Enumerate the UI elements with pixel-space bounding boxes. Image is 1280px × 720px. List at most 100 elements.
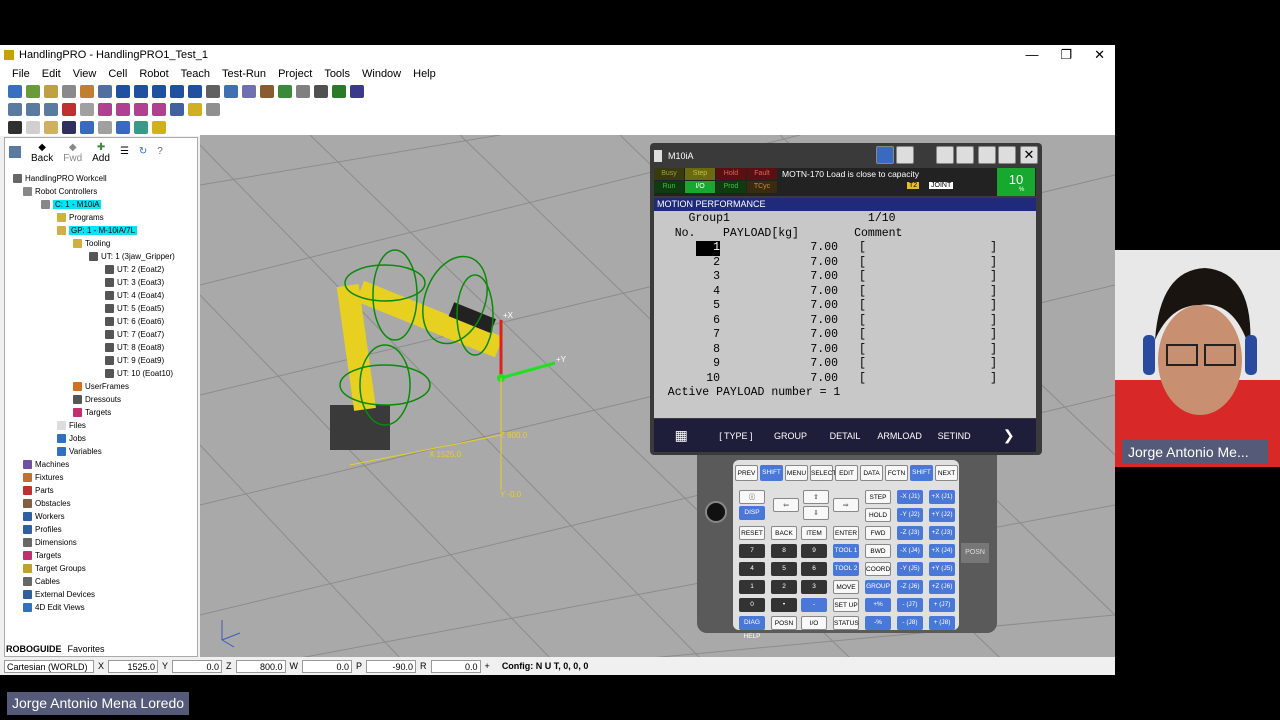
tree-item[interactable]: Robot Controllers bbox=[23, 185, 97, 197]
tab-favorites[interactable]: Favorites bbox=[68, 644, 105, 654]
tree-item[interactable]: UT: 7 (Eoat7) bbox=[105, 328, 164, 340]
tree-item[interactable]: Targets bbox=[73, 406, 111, 418]
chart-icon[interactable] bbox=[134, 120, 148, 134]
keypad-key[interactable]: DIAG HELP bbox=[739, 616, 765, 640]
tree-item[interactable]: Dressouts bbox=[73, 393, 121, 405]
frame-select[interactable]: Cartesian (WORLD) bbox=[4, 659, 94, 673]
keypad-key[interactable]: I/O bbox=[801, 616, 827, 630]
rotate-icon[interactable] bbox=[80, 102, 94, 116]
pendant-close-icon[interactable]: ✕ bbox=[1020, 146, 1038, 164]
tree-item[interactable]: UT: 5 (Eoat5) bbox=[105, 302, 164, 314]
keypad-key[interactable]: DISP bbox=[739, 506, 765, 520]
jog-icon[interactable] bbox=[44, 84, 58, 98]
tree-item[interactable]: Files bbox=[57, 419, 86, 431]
keypad-key[interactable]: BWD bbox=[865, 544, 891, 558]
menu-project[interactable]: Project bbox=[272, 68, 318, 80]
keypad-key[interactable]: 5 bbox=[771, 562, 797, 576]
save-icon[interactable] bbox=[62, 120, 76, 134]
plot-icon[interactable] bbox=[314, 84, 328, 98]
pause-icon[interactable] bbox=[134, 84, 148, 98]
keypad-key[interactable]: -X (J4) bbox=[897, 544, 923, 558]
deadman-switch-icon[interactable] bbox=[705, 501, 727, 523]
profile-icon[interactable] bbox=[332, 84, 346, 98]
view-iso-icon[interactable] bbox=[152, 102, 166, 116]
view-side-icon[interactable] bbox=[116, 102, 130, 116]
keypad-key[interactable]: • bbox=[771, 598, 797, 612]
browser-icon[interactable] bbox=[9, 146, 21, 158]
tree-item[interactable]: UT: 4 (Eoat4) bbox=[105, 289, 164, 301]
move-icon[interactable] bbox=[62, 84, 76, 98]
undo-arrow-icon[interactable] bbox=[80, 120, 94, 134]
keypad-key[interactable]: +Y (J5) bbox=[929, 562, 955, 576]
zoom-window-icon[interactable] bbox=[44, 102, 58, 116]
menu-cell[interactable]: Cell bbox=[102, 68, 133, 80]
keypad-key[interactable]: ⇩ bbox=[803, 506, 829, 520]
menu-view[interactable]: View bbox=[67, 68, 103, 80]
keypad-key[interactable]: POSN bbox=[771, 616, 797, 630]
refresh-icon[interactable]: ↻ bbox=[139, 146, 147, 157]
keypad-key[interactable]: ⓘ bbox=[739, 490, 765, 504]
payload-row[interactable]: 2 7.00 [ ] bbox=[654, 256, 1036, 271]
keypad-key[interactable]: STATUS bbox=[833, 616, 859, 630]
eject-icon[interactable] bbox=[170, 84, 184, 98]
keypad-key[interactable]: GROUP bbox=[865, 580, 891, 594]
keypad-key[interactable]: 3 bbox=[801, 580, 827, 594]
fkey-detail[interactable]: DETAIL bbox=[818, 431, 873, 441]
keypad-key[interactable]: 9 bbox=[801, 544, 827, 558]
payload-row[interactable]: 10 7.00 [ ] bbox=[654, 372, 1036, 387]
tree-item[interactable]: Variables bbox=[57, 445, 102, 457]
tree-item[interactable]: Dimensions bbox=[23, 536, 77, 548]
layout-icon[interactable] bbox=[116, 120, 130, 134]
keypad-key[interactable]: STEP bbox=[865, 490, 891, 504]
tree-item[interactable]: Target Groups bbox=[23, 562, 86, 574]
tree-item[interactable]: UT: 1 (3jaw_Gripper) bbox=[89, 250, 175, 262]
keypad-key[interactable]: 8 bbox=[771, 544, 797, 558]
fkey-type[interactable]: [ TYPE ] bbox=[709, 431, 764, 441]
posn-side-button[interactable]: POSN bbox=[961, 543, 989, 563]
payload-row[interactable]: 3 7.00 [ ] bbox=[654, 270, 1036, 285]
keypad-key[interactable]: +X (J1) bbox=[929, 490, 955, 504]
fkey-group[interactable]: GROUP bbox=[763, 431, 818, 441]
key-select[interactable]: SELECT bbox=[810, 465, 836, 481]
zoom-out-icon[interactable] bbox=[26, 102, 40, 116]
keypad-key[interactable]: SET UP bbox=[833, 598, 859, 612]
wireframe-icon[interactable] bbox=[170, 102, 184, 116]
keypad-key[interactable]: 2 bbox=[771, 580, 797, 594]
keypad-key[interactable]: + (J7) bbox=[929, 598, 955, 612]
help-icon[interactable] bbox=[152, 120, 166, 134]
hand-icon[interactable] bbox=[206, 102, 220, 116]
tree-item[interactable]: Fixtures bbox=[23, 471, 63, 483]
stop-icon[interactable] bbox=[152, 84, 166, 98]
y-value[interactable]: 0.0 bbox=[172, 659, 223, 673]
keypad-key[interactable]: -Y (J5) bbox=[897, 562, 923, 576]
open-icon[interactable] bbox=[44, 120, 58, 134]
keypad-key[interactable]: - (J8) bbox=[897, 616, 923, 630]
keypad-key[interactable]: +Z (J3) bbox=[929, 526, 955, 540]
keypad-key[interactable]: - bbox=[801, 598, 827, 612]
tree-item[interactable]: Tooling bbox=[73, 237, 110, 249]
key-data[interactable]: DATA bbox=[860, 465, 883, 481]
r-value[interactable]: 0.0 bbox=[430, 659, 481, 673]
ruler-icon[interactable] bbox=[188, 102, 202, 116]
z-value[interactable]: 800.0 bbox=[235, 659, 286, 673]
menu-file[interactable]: File bbox=[6, 68, 36, 80]
keypad-key[interactable]: 7 bbox=[739, 544, 765, 558]
tree-item[interactable]: External Devices bbox=[23, 588, 95, 600]
pendant-help-icon[interactable] bbox=[998, 146, 1016, 164]
menu-help[interactable]: Help bbox=[407, 68, 442, 80]
menu-edit[interactable]: Edit bbox=[36, 68, 67, 80]
tree-item[interactable]: Workers bbox=[23, 510, 65, 522]
tool-icon[interactable] bbox=[80, 84, 94, 98]
pendant-refresh-icon[interactable] bbox=[936, 146, 954, 164]
payload-row[interactable]: 9 7.00 [ ] bbox=[654, 357, 1036, 372]
undo-icon[interactable] bbox=[296, 84, 310, 98]
keypad-key[interactable]: TOOL 1 bbox=[833, 544, 859, 558]
online-icon[interactable] bbox=[350, 84, 364, 98]
key-menu[interactable]: MENU bbox=[785, 465, 808, 481]
abort-icon[interactable] bbox=[188, 84, 202, 98]
view-top-icon[interactable] bbox=[134, 102, 148, 116]
tree-item[interactable]: UT: 9 (Eoat9) bbox=[105, 354, 164, 366]
keypad-key[interactable]: FWD bbox=[865, 526, 891, 540]
play-icon[interactable] bbox=[116, 84, 130, 98]
keypad-key[interactable]: 0 bbox=[739, 598, 765, 612]
